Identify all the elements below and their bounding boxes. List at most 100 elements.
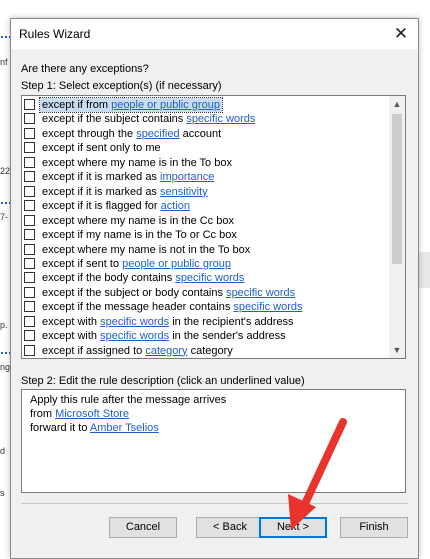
exception-label: except if my name is in the To or Cc box (40, 228, 239, 242)
exception-item[interactable]: except where my name is in the To box (22, 156, 386, 170)
exception-value-link[interactable]: people or public group (122, 258, 231, 270)
exception-checkbox[interactable] (24, 171, 35, 183)
exception-item[interactable]: except through the specified account (22, 127, 386, 141)
exception-text: except if assigned to (42, 344, 146, 357)
exception-text: except through the (42, 127, 137, 140)
exception-text: category (187, 344, 233, 357)
exception-item[interactable]: except if the subject or body contains s… (22, 286, 386, 300)
exception-checkbox[interactable] (24, 344, 35, 356)
exception-text: except if the body contains (42, 272, 176, 285)
exception-checkbox[interactable] (24, 286, 35, 298)
back-button[interactable]: < Back (196, 517, 264, 538)
description-text: from (30, 408, 56, 420)
exception-label: except if the body contains specific wor… (40, 271, 246, 285)
exception-item[interactable]: except if it is marked as sensitivity (22, 185, 386, 199)
exception-checkbox[interactable] (24, 200, 35, 212)
exception-item[interactable]: except if from people or public group (22, 97, 386, 113)
exception-text: except if sent only to me (42, 142, 161, 155)
exception-checkbox[interactable] (24, 185, 35, 197)
close-icon[interactable]: ✕ (388, 21, 414, 47)
exception-value-link[interactable]: specific words (186, 113, 255, 125)
exception-item[interactable]: except if sent to people or public group (22, 257, 386, 271)
exception-label: except where my name is in the To box (40, 156, 234, 170)
exception-checkbox[interactable] (24, 229, 35, 241)
cancel-button[interactable]: Cancel (109, 517, 177, 538)
exception-text: except if from (42, 99, 112, 111)
exception-label: except if the subject or body contains s… (40, 286, 297, 300)
exception-checkbox[interactable] (24, 257, 35, 269)
exception-item[interactable]: except if the body contains specific wor… (22, 271, 386, 285)
exception-item[interactable]: except if my name is in the To or Cc box (22, 228, 386, 242)
exception-item[interactable]: except where my name is not in the To bo… (22, 243, 386, 257)
exception-text: except if the message header contains (42, 301, 234, 314)
description-line: from Microsoft Store (30, 408, 129, 420)
exception-checkbox[interactable] (24, 214, 35, 226)
exception-text: except if the subject contains (42, 113, 187, 126)
exception-item[interactable]: except if it is flagged for action (22, 199, 386, 213)
description-line: Apply this rule after the message arrive… (30, 394, 227, 406)
exception-value-link[interactable]: specific words (100, 330, 169, 342)
description-text: forward it to (30, 422, 90, 434)
exception-text: except where my name is not in the To bo… (42, 243, 251, 256)
exception-value-link[interactable]: specific words (100, 316, 169, 328)
exception-value-link[interactable]: specific words (226, 287, 295, 299)
exception-text: except if the subject or body contains (42, 286, 227, 299)
title-bar: Rules Wizard ✕ (11, 19, 418, 49)
exception-label: except if the message header contains sp… (40, 300, 304, 314)
step2-label: Step 2: Edit the rule description (click… (21, 375, 305, 387)
exception-label: except if it is marked as importance (40, 170, 216, 184)
background-app-right (418, 0, 430, 559)
exception-value-link[interactable]: specific words (175, 272, 244, 284)
exception-checkbox[interactable] (24, 301, 35, 313)
scroll-down-icon[interactable]: ▼ (389, 342, 405, 358)
exception-label: except through the specified account (40, 127, 223, 141)
sender-link[interactable]: Microsoft Store (55, 408, 129, 420)
exception-item[interactable]: except if assigned to category category (22, 344, 386, 358)
forward-recipient-link[interactable]: Amber Tselios (90, 422, 159, 434)
exception-item[interactable]: except if the message header contains sp… (22, 300, 386, 314)
exceptions-list[interactable]: except if from people or public group exc… (21, 95, 406, 359)
exceptions-scrollbar[interactable]: ▲ ▼ (389, 96, 405, 358)
exception-label: except if it is flagged for action (40, 199, 192, 213)
exception-value-link[interactable]: importance (160, 171, 214, 183)
exception-text: except if it is marked as (42, 185, 160, 198)
exception-value-link[interactable]: specified (136, 128, 179, 140)
step1-label: Step 1: Select exception(s) (if necessar… (21, 80, 222, 92)
dialog-title: Rules Wizard (19, 27, 91, 41)
exception-checkbox[interactable] (24, 113, 35, 125)
exception-checkbox[interactable] (24, 127, 35, 139)
exception-value-link[interactable]: category (145, 345, 187, 357)
exception-checkbox[interactable] (24, 142, 35, 154)
exception-item[interactable]: except if sent only to me (22, 141, 386, 155)
exception-checkbox[interactable] (24, 330, 35, 342)
exception-label: except if it is marked as sensitivity (40, 185, 210, 199)
exception-checkbox[interactable] (24, 99, 35, 110)
exception-text: except with (42, 315, 101, 328)
exception-text: except where my name is in the To box (42, 156, 232, 169)
exception-item[interactable]: except with specific words in the recipi… (22, 315, 386, 329)
finish-button[interactable]: Finish (340, 517, 408, 538)
exception-item[interactable]: except with specific words in the sender… (22, 329, 386, 343)
exception-item[interactable]: except where my name is in the Cc box (22, 214, 386, 228)
next-button[interactable]: Next > (259, 517, 327, 538)
scroll-thumb[interactable] (392, 114, 402, 264)
exception-value-link[interactable]: sensitivity (160, 186, 208, 198)
scroll-up-icon[interactable]: ▲ (389, 96, 405, 112)
exception-text: except if it is marked as (42, 171, 160, 184)
exception-value-link[interactable]: action (161, 200, 190, 212)
exception-checkbox[interactable] (24, 272, 35, 284)
description-line: forward it to Amber Tselios (30, 422, 159, 434)
exception-label: except if sent to people or public group (40, 257, 233, 271)
separator (21, 503, 408, 504)
exception-value-link[interactable]: specific words (233, 301, 302, 313)
exceptions-question: Are there any exceptions? (21, 63, 149, 75)
exception-label: except where my name is in the Cc box (40, 214, 236, 228)
exception-text: in the sender's address (169, 330, 286, 343)
exception-value-link[interactable]: people or public group (111, 99, 220, 111)
exception-checkbox[interactable] (24, 243, 35, 255)
exception-checkbox[interactable] (24, 315, 35, 327)
exception-item[interactable]: except if the subject contains specific … (22, 112, 386, 126)
exception-checkbox[interactable] (24, 156, 35, 168)
exception-item[interactable]: except if it is marked as importance (22, 170, 386, 184)
exception-text: account (179, 127, 222, 140)
